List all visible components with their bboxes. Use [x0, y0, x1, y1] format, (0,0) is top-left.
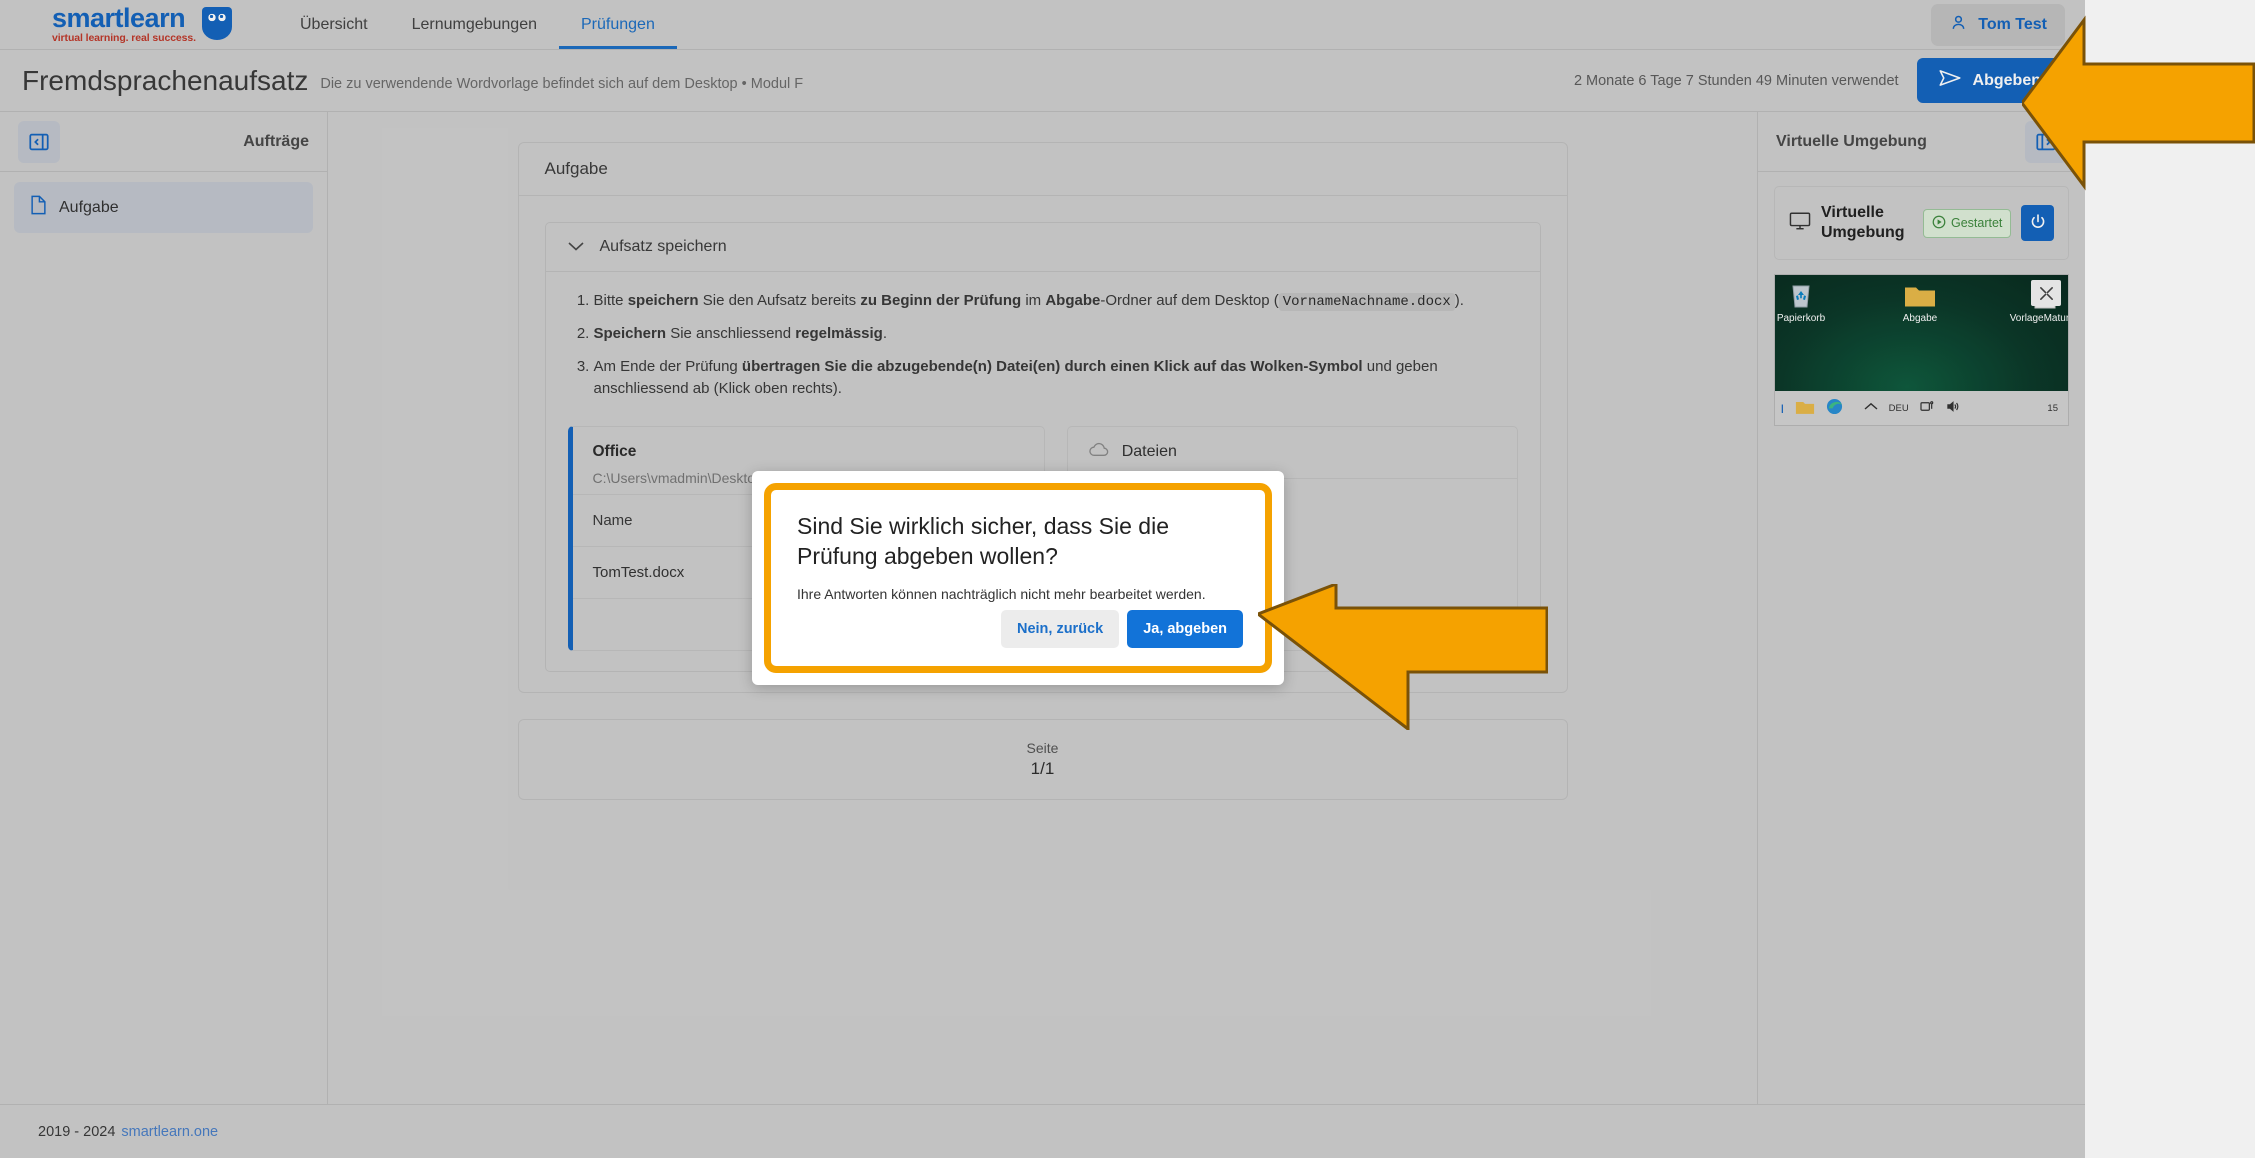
dialog-highlight-frame: Sind Sie wirklich sicher, dass Sie die P… [764, 483, 1272, 673]
dialog-cancel-button[interactable]: Nein, zurück [1000, 610, 1120, 648]
arrow-to-submit-button [2022, 15, 2255, 191]
arrow-to-confirm-button [1258, 584, 1548, 730]
dialog-title: Sind Sie wirklich sicher, dass Sie die P… [797, 513, 1169, 569]
confirm-submit-dialog: Sind Sie wirklich sicher, dass Sie die P… [752, 471, 1284, 685]
dialog-subtitle: Ihre Antworten können nachträglich nicht… [797, 585, 1206, 602]
dialog-confirm-button[interactable]: Ja, abgeben [1127, 610, 1243, 648]
dialog-actions: Nein, zurück Ja, abgeben [1000, 610, 1243, 648]
application-window: smartlearn virtual learning. real succes… [0, 0, 2085, 1158]
